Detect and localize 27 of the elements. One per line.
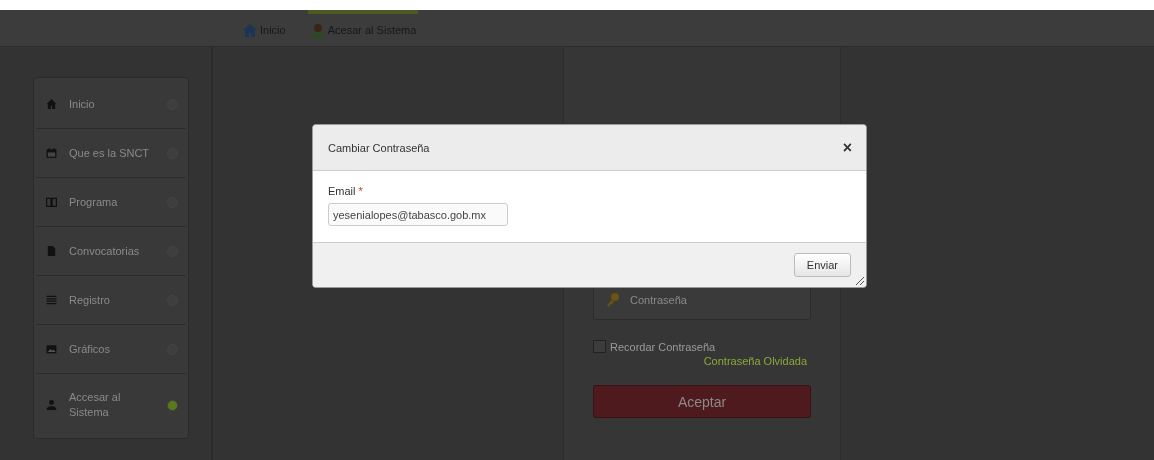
key-icon <box>605 292 621 308</box>
sidebar-item[interactable]: Convocatorias <box>36 227 186 276</box>
sidebar-item[interactable]: Accesar al Sistema <box>36 374 186 436</box>
sidebar-label: Accesar al Sistema <box>69 390 122 420</box>
sidebar-label: Registro <box>69 292 111 308</box>
email-label: Email * <box>328 185 364 197</box>
sidebar-label: Gráficos <box>69 341 111 357</box>
email-field[interactable]: yesenialopes@tabasco.gob.mx <box>328 203 508 226</box>
sidebar-label: Convocatorias <box>69 243 141 259</box>
user-icon <box>309 22 326 38</box>
remember-checkbox[interactable] <box>593 340 606 353</box>
sidebar-item[interactable]: Gráficos <box>36 325 186 374</box>
sidebar-item[interactable]: Que es la SNCT <box>36 129 186 178</box>
resize-grip-icon <box>856 277 864 285</box>
send-button[interactable]: Enviar <box>793 253 851 277</box>
sidebar-item[interactable]: Inicio <box>36 80 186 129</box>
dialog-title: Cambiar Contraseña <box>328 141 430 154</box>
remember-label: Recordar Contraseña <box>610 340 716 353</box>
sidebar-item[interactable]: Registro <box>36 276 186 325</box>
close-button[interactable]: × <box>842 138 852 157</box>
sidebar-item[interactable]: Programa <box>36 178 186 227</box>
sidebar-label: Programa <box>69 194 119 210</box>
accept-button[interactable]: Aceptar <box>593 385 811 418</box>
sidebar-label: Inicio <box>69 96 96 112</box>
forgot-password-link[interactable]: Contraseña Olvidada <box>703 355 807 367</box>
house-icon <box>242 22 258 38</box>
sidebar-label: Que es la SNCT <box>69 145 151 161</box>
